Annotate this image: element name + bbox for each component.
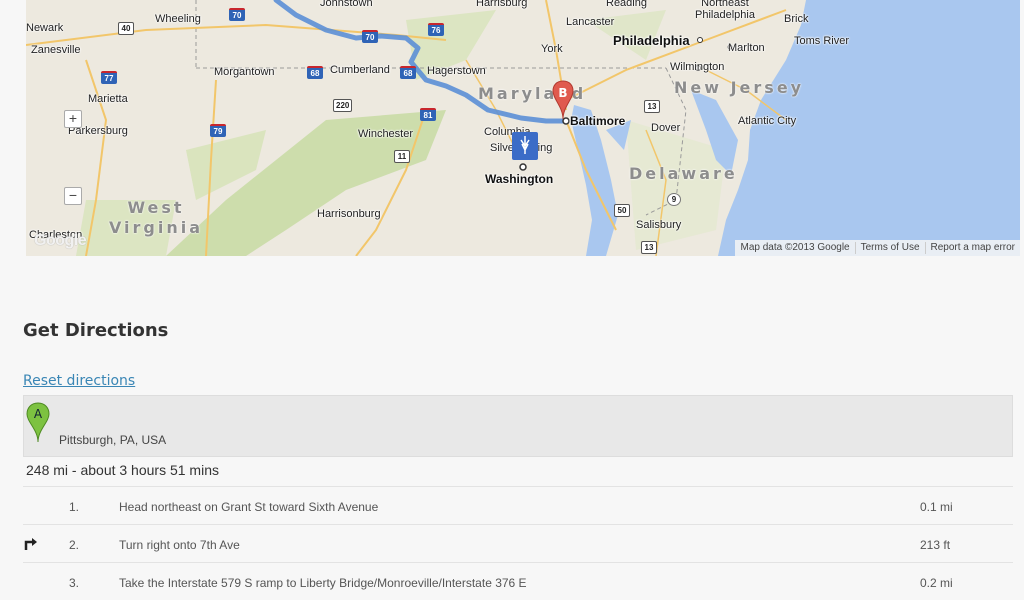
direction-step[interactable]: 2. Turn right onto 7th Ave 213 ft (23, 524, 1013, 562)
place-label: Cumberland (330, 64, 390, 76)
origin-address: Pittsburgh, PA, USA (59, 433, 167, 447)
google-logo: Google (34, 232, 87, 249)
step-number: 2. (69, 538, 80, 552)
page-title: Get Directions (23, 320, 169, 341)
direction-step[interactable]: 1. Head northeast on Grant St toward Six… (23, 486, 1013, 524)
turn-right-icon (24, 538, 37, 550)
place-label: Lancaster (566, 16, 615, 28)
place-label: Winchester (358, 128, 414, 140)
us-route-shield: 13 (641, 241, 657, 254)
report-map-error-link[interactable]: Report a map error (924, 242, 1020, 254)
place-label: Harrisonburg (317, 208, 381, 220)
origin-waypoint[interactable]: A Pittsburgh, PA, USA (23, 395, 1013, 457)
place-label: Harrisburg (476, 0, 528, 9)
place-label: Atlantic City (738, 115, 797, 127)
step-distance: 0.1 mi (920, 500, 953, 514)
step-instruction: Take the Interstate 579 S ramp to Libert… (119, 576, 527, 590)
step-distance: 213 ft (920, 538, 951, 552)
interstate-shield: 77 (101, 71, 117, 84)
interstate-shield: 70 (362, 30, 378, 43)
state-label: New Jersey (674, 78, 805, 97)
interstate-shield: 68 (400, 66, 416, 79)
map-attribution: Map data ©2013 Google Terms of Use Repor… (735, 240, 1020, 256)
place-label: Salisbury (636, 219, 682, 231)
step-number: 3. (69, 576, 80, 590)
marker-letter: A (33, 407, 43, 421)
place-label: Wheeling (155, 13, 201, 25)
place-label: Marlton (728, 42, 765, 54)
directions-steps: 1. Head northeast on Grant St toward Six… (23, 486, 1013, 600)
place-label: Newark (26, 22, 64, 34)
step-number: 1. (69, 500, 80, 514)
place-label: Toms River (794, 35, 850, 47)
place-label: Marietta (88, 93, 128, 105)
interstate-shield: 76 (428, 23, 444, 36)
zoom-in-button[interactable]: + (64, 110, 82, 128)
place-label: Hagerstown (427, 65, 486, 77)
place-label: Philadelphia (613, 33, 690, 48)
terms-of-use-link[interactable]: Terms of Use (854, 242, 925, 254)
state-label: Delaware (629, 164, 738, 183)
map-view[interactable]: Newark Wheeling Johnstown Harrisburg Rea… (26, 0, 1020, 256)
marker-letter: B (558, 86, 568, 100)
interstate-shield: 68 (307, 66, 323, 79)
us-route-shield: 50 (614, 204, 630, 217)
place-label: Dover (651, 122, 681, 134)
place-label: Northeast Philadelphia (695, 0, 755, 21)
route-summary: 248 mi - about 3 hours 51 mins (26, 462, 219, 478)
us-route-shield: 13 (644, 100, 660, 113)
place-label: Wilmington (670, 61, 725, 73)
us-route-shield: 40 (118, 22, 134, 35)
destination-marker[interactable]: B (552, 80, 574, 120)
origin-marker: A (26, 402, 50, 443)
state-label: West Virginia (108, 198, 204, 237)
place-label: York (541, 43, 563, 55)
us-route-shield: 11 (394, 150, 410, 163)
interstate-shield: 81 (420, 108, 436, 121)
place-label: Baltimore (570, 114, 626, 128)
state-route-shield: 9 (667, 193, 681, 206)
place-label: Johnstown (320, 0, 373, 9)
landmark-icon[interactable] (512, 132, 538, 160)
place-label: Morgantown (214, 66, 275, 78)
place-label: Reading (606, 0, 647, 9)
direction-step[interactable]: 3. Take the Interstate 579 S ramp to Lib… (23, 562, 1013, 600)
us-route-shield: 220 (333, 99, 353, 112)
place-label: Brick (784, 13, 809, 25)
step-distance: 0.2 mi (920, 576, 953, 590)
interstate-shield: 79 (210, 124, 226, 137)
reset-directions-link[interactable]: Reset directions (23, 373, 135, 389)
place-label: Washington (485, 172, 554, 186)
step-instruction: Turn right onto 7th Ave (119, 538, 240, 552)
map-data-credit: Map data ©2013 Google (740, 242, 850, 253)
interstate-shield: 70 (229, 8, 245, 21)
monument-icon (520, 136, 530, 160)
place-label: Zanesville (31, 44, 81, 56)
zoom-out-button[interactable]: − (64, 187, 82, 205)
step-instruction: Head northeast on Grant St toward Sixth … (119, 500, 379, 514)
